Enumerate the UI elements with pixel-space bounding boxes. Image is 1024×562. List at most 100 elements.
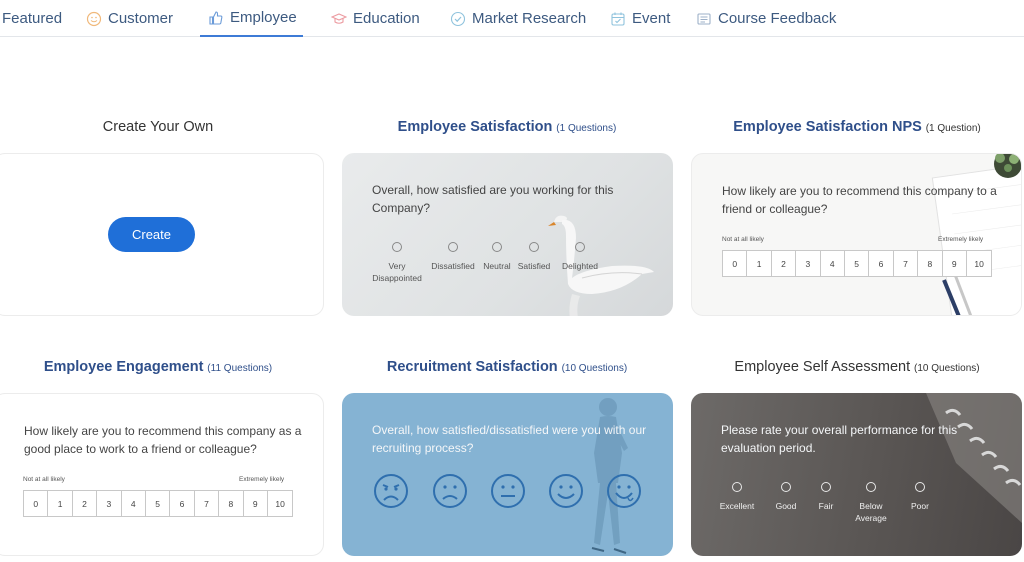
card-title: Recruitment Satisfaction	[386, 359, 558, 375]
radio-circle[interactable]	[821, 482, 831, 492]
nps-option-5[interactable]: 5	[845, 251, 870, 276]
create-button[interactable]: Create	[108, 217, 195, 252]
nps-option-8[interactable]: 8	[219, 491, 244, 516]
radio-circle[interactable]	[915, 482, 925, 492]
neutral-face-icon[interactable]	[490, 473, 526, 509]
nps-scale: 0 1 2 3 4 5 6 7 8 9 10	[722, 250, 993, 277]
tab-featured[interactable]: Featured	[2, 0, 62, 37]
radio-circle[interactable]	[529, 242, 539, 252]
angry-face-icon[interactable]	[373, 473, 409, 509]
tab-market-research[interactable]: Market Research	[450, 0, 590, 37]
option-dissatisfied[interactable]: Dissatisfied	[427, 242, 479, 272]
create-your-own-card: Create	[0, 153, 324, 316]
card-title: Create Your Own	[102, 119, 214, 135]
employee-engagement-title[interactable]: Employee Engagement (11 Questions)	[0, 358, 323, 378]
employee-self-assessment-title[interactable]: Employee Self Assessment (10 Questions)	[692, 358, 1022, 378]
nps-option-0[interactable]: 0	[24, 491, 49, 516]
tab-event[interactable]: Event	[610, 0, 672, 37]
option-label: Good	[775, 501, 797, 511]
employee-satisfaction-nps-title[interactable]: Employee Satisfaction NPS (1 Question)	[692, 118, 1022, 138]
employee-satisfaction-nps-card[interactable]: How likely are you to recommend this com…	[691, 153, 1022, 316]
radio-circle[interactable]	[448, 242, 458, 252]
notebook-rings-image	[926, 393, 1022, 523]
sad-face-icon[interactable]	[432, 473, 468, 509]
option-neutral[interactable]: Neutral	[480, 242, 514, 272]
question-count: (11 Questions)	[207, 363, 273, 374]
recruitment-satisfaction-title[interactable]: Recruitment Satisfaction (10 Questions)	[342, 358, 672, 378]
notebook-image	[931, 154, 1021, 315]
option-below-average[interactable]: Below Average	[849, 482, 893, 524]
option-satisfied[interactable]: Satisfied	[514, 242, 554, 272]
question-count: (10 Questions)	[914, 363, 980, 374]
question-text: Please rate your overall performance for…	[721, 423, 958, 455]
question-count: (1 Questions)	[556, 123, 617, 134]
recruitment-satisfaction-card[interactable]: Overall, how satisfied/dissatisfied were…	[342, 393, 673, 556]
nps-option-0[interactable]: 0	[723, 251, 748, 276]
tab-course-feedback[interactable]: Course Feedback	[696, 0, 841, 37]
nps-option-2[interactable]: 2	[772, 251, 797, 276]
tab-label: Education	[353, 10, 420, 27]
card-title: Employee Satisfaction NPS	[733, 119, 922, 135]
employee-satisfaction-title[interactable]: Employee Satisfaction (1 Questions)	[342, 118, 672, 138]
employee-satisfaction-card[interactable]: Overall, how satisfied are you working f…	[342, 153, 673, 316]
option-delighted[interactable]: Delighted	[558, 242, 602, 272]
tab-employee[interactable]: Employee	[200, 0, 303, 37]
nps-option-6[interactable]: 6	[170, 491, 195, 516]
nps-option-9[interactable]: 9	[943, 251, 967, 276]
delighted-face-icon[interactable]	[606, 473, 642, 509]
low-scale-label: Not at all likely	[722, 236, 764, 243]
nps-option-10[interactable]: 10	[268, 491, 292, 516]
option-very-disappointed[interactable]: Very Disappointed	[368, 242, 426, 284]
tab-label: Course Feedback	[718, 10, 837, 27]
nps-option-6[interactable]: 6	[869, 251, 894, 276]
category-tabbar: Featured Customer Employee Education Mar…	[0, 0, 1024, 37]
radio-circle[interactable]	[575, 242, 585, 252]
tab-customer[interactable]: Customer	[86, 0, 176, 37]
option-good[interactable]: Good	[769, 482, 803, 512]
option-label: Below Average	[855, 501, 887, 523]
option-poor[interactable]: Poor	[905, 482, 935, 512]
nps-option-7[interactable]: 7	[894, 251, 919, 276]
card-title: Employee Self Assessment	[734, 359, 911, 375]
nps-option-2[interactable]: 2	[73, 491, 98, 516]
nps-scale: 0 1 2 3 4 5 6 7 8 9 10	[23, 490, 294, 517]
tab-education[interactable]: Education	[331, 0, 426, 37]
radio-circle[interactable]	[732, 482, 742, 492]
nps-option-3[interactable]: 3	[97, 491, 122, 516]
nps-option-9[interactable]: 9	[244, 491, 268, 516]
nps-option-4[interactable]: 4	[821, 251, 845, 276]
card-title: Employee Satisfaction	[397, 119, 553, 135]
tab-label: Featured	[2, 10, 63, 27]
radio-circle[interactable]	[866, 482, 876, 492]
option-label: Dissatisfied	[431, 261, 475, 271]
high-scale-label: Extremely likely	[938, 236, 984, 243]
option-fair[interactable]: Fair	[811, 482, 841, 512]
nps-option-1[interactable]: 1	[48, 491, 73, 516]
graduation-cap-icon	[331, 12, 347, 24]
nps-option-7[interactable]: 7	[195, 491, 220, 516]
nps-option-1[interactable]: 1	[747, 251, 772, 276]
nps-option-8[interactable]: 8	[918, 251, 943, 276]
happy-face-icon[interactable]	[548, 473, 584, 509]
employee-engagement-card[interactable]: How likely are you to recommend this com…	[0, 393, 324, 556]
radio-circle[interactable]	[781, 482, 791, 492]
question-text: How likely are you to recommend this com…	[24, 424, 302, 456]
option-excellent[interactable]: Excellent	[715, 482, 759, 512]
card-title: Employee Engagement	[43, 359, 204, 375]
option-label: Very Disappointed	[372, 261, 422, 283]
question-count: (10 Questions)	[561, 363, 628, 374]
option-label: Fair	[818, 501, 834, 511]
low-scale-label: Not at all likely	[23, 476, 65, 483]
tab-label: Customer	[108, 10, 174, 27]
option-label: Delighted	[562, 261, 598, 271]
radio-circle[interactable]	[392, 242, 402, 252]
checkmark-shield-icon	[450, 11, 466, 26]
radio-circle[interactable]	[492, 242, 502, 252]
document-icon	[697, 12, 711, 25]
tab-label: Event	[632, 10, 671, 27]
nps-option-3[interactable]: 3	[796, 251, 821, 276]
nps-option-4[interactable]: 4	[122, 491, 146, 516]
nps-option-10[interactable]: 10	[967, 251, 991, 276]
nps-option-5[interactable]: 5	[146, 491, 171, 516]
employee-self-assessment-card[interactable]: Please rate your overall performance for…	[691, 393, 1022, 556]
